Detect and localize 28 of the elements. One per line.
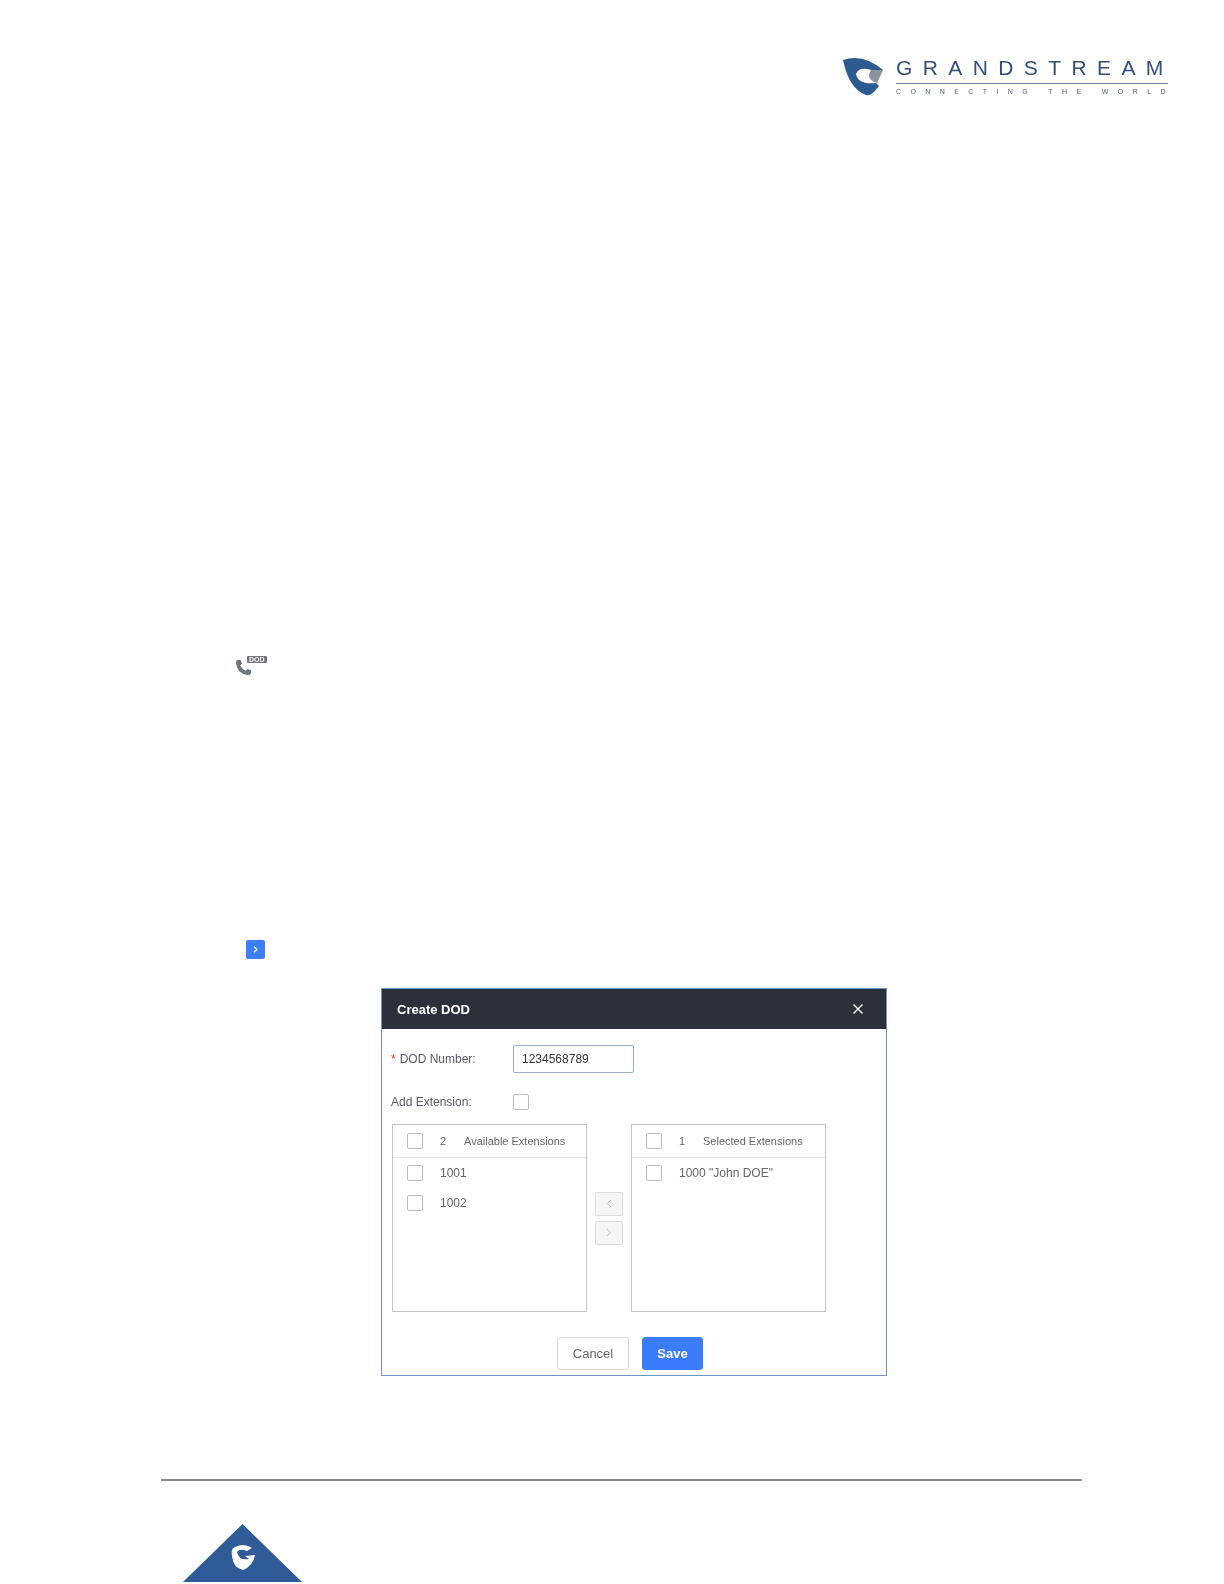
close-button[interactable]	[852, 1003, 864, 1015]
chevron-right-icon	[253, 946, 258, 953]
extension-label: 1001	[440, 1166, 467, 1180]
checkbox[interactable]	[513, 1094, 529, 1110]
dialog-title: Create DOD	[397, 1001, 470, 1017]
checkbox[interactable]	[646, 1133, 662, 1149]
checkbox[interactable]	[646, 1165, 662, 1181]
item-count: 1	[679, 1135, 687, 1147]
checkbox[interactable]	[407, 1133, 423, 1149]
list-title: Selected Extensions	[703, 1135, 803, 1147]
extension-label: 1002	[440, 1196, 467, 1210]
logo-emblem-icon	[843, 56, 886, 96]
field-label: Add Extension:	[391, 1095, 472, 1109]
chevron-left-icon	[606, 1199, 612, 1208]
list-title: Available Extensions	[464, 1135, 566, 1147]
field-label: DOD Number:	[399, 1052, 476, 1066]
chevron-right-icon	[606, 1228, 612, 1237]
text-input[interactable]: 1234568789	[513, 1045, 634, 1073]
checkbox[interactable]	[407, 1165, 423, 1181]
arrow-button[interactable]	[246, 940, 265, 959]
cancel-button[interactable]: Cancel	[557, 1337, 629, 1370]
extension-label: 1000 "John DOE"	[679, 1166, 773, 1180]
required-mark: *	[391, 1052, 396, 1066]
close-icon	[852, 1003, 864, 1015]
checkbox[interactable]	[407, 1195, 423, 1211]
logo-wordmark: GRANDSTREAM	[896, 57, 1175, 79]
item-count: 2	[440, 1135, 448, 1147]
save-button[interactable]: Save	[642, 1337, 703, 1370]
